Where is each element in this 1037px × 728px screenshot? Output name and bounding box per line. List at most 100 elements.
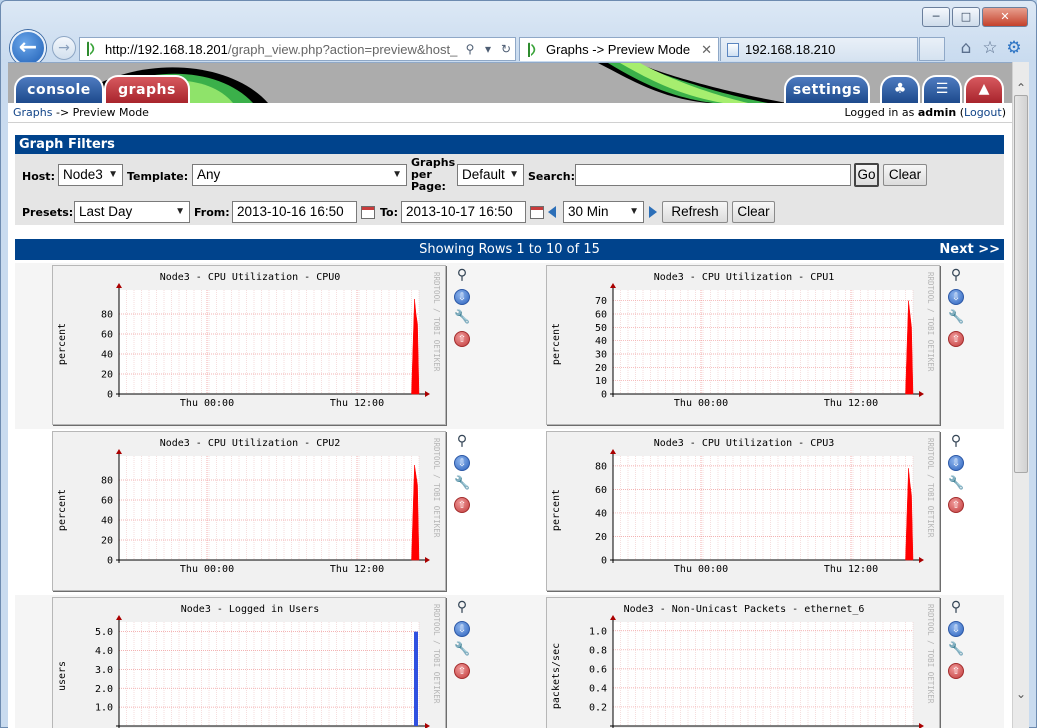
logout-link[interactable]: Logout xyxy=(964,106,1002,119)
wrench-icon[interactable]: 🔧 xyxy=(948,476,964,492)
y-tick-label: 30 xyxy=(595,350,607,361)
calendar-icon[interactable] xyxy=(530,206,544,219)
x-axis-arrow xyxy=(919,391,924,397)
vertical-scrollbar[interactable]: ⌃ ⌄ xyxy=(1012,62,1029,728)
chevron-down-icon: ▼ xyxy=(175,206,185,217)
y-tick-label: 2.0 xyxy=(95,684,113,695)
tab-label: 192.168.18.210 xyxy=(745,42,836,57)
zoom-icon[interactable]: ⚲ xyxy=(948,268,964,284)
export-icon[interactable]: ⇧ xyxy=(454,497,470,513)
download-icon[interactable]: ⇩ xyxy=(948,455,964,471)
gear-icon[interactable]: ⚙ xyxy=(1004,38,1024,58)
back-button[interactable]: ← xyxy=(10,30,46,66)
chevron-down-icon: ▼ xyxy=(509,169,519,180)
tab-console[interactable]: console xyxy=(14,75,104,103)
graph-image[interactable]: 0 10 20 30 40 50 60 70 Thu 00:00 Thu 12:00 Node3 -… xyxy=(546,265,940,425)
download-icon[interactable]: ⇩ xyxy=(948,289,964,305)
browser-tab-active[interactable]: Graphs -> Preview Mode ✕ xyxy=(519,37,719,61)
y-tick-label: 40 xyxy=(595,508,607,519)
export-icon[interactable]: ⇧ xyxy=(948,331,964,347)
preview-view-icon[interactable]: ▲ xyxy=(964,75,1004,103)
refresh-button[interactable]: Refresh xyxy=(662,201,728,223)
close-tab-icon[interactable]: ✕ xyxy=(701,42,712,58)
y-tick-label: 20 xyxy=(595,532,607,543)
shift-right-icon[interactable] xyxy=(649,206,657,218)
scroll-down-icon[interactable]: ⌄ xyxy=(1013,686,1029,702)
host-label: Host: xyxy=(22,170,55,183)
export-icon[interactable]: ⇧ xyxy=(948,663,964,679)
wrench-icon[interactable]: 🔧 xyxy=(948,642,964,658)
zoom-icon[interactable]: ⚲ xyxy=(454,600,470,616)
search-input[interactable] xyxy=(575,164,851,186)
graph-image[interactable]: 0 20 40 60 80 Thu 00:00 Thu 12:00 Node3 - CPU U… xyxy=(52,265,446,425)
wrench-icon[interactable]: 🔧 xyxy=(454,642,470,658)
wrench-icon[interactable]: 🔧 xyxy=(454,476,470,492)
search-icon[interactable]: ⚲ xyxy=(461,42,479,56)
host-value: Node3 xyxy=(63,167,103,182)
export-icon[interactable]: ⇧ xyxy=(454,663,470,679)
maximize-button[interactable]: □ xyxy=(952,7,980,27)
tab-graphs[interactable]: graphs xyxy=(104,75,190,103)
minimize-button[interactable]: ─ xyxy=(922,7,950,27)
favorites-star-icon[interactable]: ☆ xyxy=(980,38,1000,58)
shift-left-icon[interactable] xyxy=(548,206,556,218)
export-icon[interactable]: ⇧ xyxy=(948,497,964,513)
host-select[interactable]: Node3 ▼ xyxy=(58,164,123,186)
download-icon[interactable]: ⇩ xyxy=(454,621,470,637)
wrench-icon[interactable]: 🔧 xyxy=(948,310,964,326)
list-view-icon[interactable]: ☰ xyxy=(922,75,962,103)
graph-image[interactable]: 0 20 40 60 80 Thu 00:00 Thu 12:00 Node3 - CPU U… xyxy=(52,431,446,591)
new-tab-button[interactable] xyxy=(919,37,945,61)
zoom-icon[interactable]: ⚲ xyxy=(948,600,964,616)
refresh-icon[interactable]: ↻ xyxy=(497,42,515,56)
graph-svg: 0 20 40 60 80 Thu 00:00 Thu 12:00 Node3 - CPU U… xyxy=(57,272,441,409)
breadcrumb-graphs-link[interactable]: Graphs xyxy=(13,106,52,119)
graph-image[interactable]: 1.0 2.0 3.0 4.0 5.0 Node3 - Logged in Users us… xyxy=(52,597,446,728)
dropdown-arrow-icon[interactable]: ▾ xyxy=(479,42,497,56)
wrench-icon[interactable]: 🔧 xyxy=(454,310,470,326)
download-icon[interactable]: ⇩ xyxy=(454,455,470,471)
template-select[interactable]: Any ▼ xyxy=(192,164,407,186)
calendar-icon[interactable] xyxy=(361,206,375,219)
tab-settings[interactable]: settings xyxy=(784,75,870,103)
download-icon[interactable]: ⇩ xyxy=(454,289,470,305)
browser-tab-inactive[interactable]: 192.168.18.210 xyxy=(720,37,918,61)
clear-time-button[interactable]: Clear xyxy=(732,201,775,223)
y-tick-label: 0.6 xyxy=(589,664,607,675)
close-window-button[interactable]: ✕ xyxy=(982,7,1028,27)
login-prefix: Logged in as xyxy=(844,106,918,119)
template-value: Any xyxy=(197,167,221,182)
cacti-favicon-icon xyxy=(85,41,99,57)
zoom-icon[interactable]: ⚲ xyxy=(948,434,964,450)
presets-select[interactable]: Last Day ▼ xyxy=(74,201,190,223)
breadcrumb-current: -> Preview Mode xyxy=(52,106,149,119)
graph-image[interactable]: 0 20 40 60 80 Thu 00:00 Thu 12:00 Node3 - CPU U… xyxy=(546,431,940,591)
timespan-shift-select[interactable]: 30 Min ▼ xyxy=(563,201,644,223)
home-icon[interactable]: ⌂ xyxy=(956,38,976,58)
zoom-icon[interactable]: ⚲ xyxy=(454,434,470,450)
forward-button[interactable]: → xyxy=(52,36,76,60)
export-icon[interactable]: ⇧ xyxy=(454,331,470,347)
next-page-link[interactable]: Next >> xyxy=(939,239,1000,260)
to-date-input[interactable]: 2013-10-17 16:50 xyxy=(401,201,526,223)
graphs-per-page-select[interactable]: Default ▼ xyxy=(457,164,524,186)
from-date-input[interactable]: 2013-10-16 16:50 xyxy=(232,201,357,223)
window-controls: ─ □ ✕ xyxy=(922,7,1028,27)
from-label: From: xyxy=(194,206,230,219)
results-header: Showing Rows 1 to 10 of 15 Next >> xyxy=(15,239,1004,260)
zoom-icon[interactable]: ⚲ xyxy=(454,268,470,284)
address-bar[interactable]: http://192.168.18.201/graph_view.php?act… xyxy=(79,37,516,61)
y-tick-label: 40 xyxy=(101,516,113,527)
scrollbar-thumb[interactable] xyxy=(1014,95,1028,473)
x-tick-label: Thu 00:00 xyxy=(674,398,728,409)
graph-title: Node3 - CPU Utilization - CPU1 xyxy=(654,272,835,283)
breadcrumb-bar: Graphs -> Preview Mode Logged in as admi… xyxy=(8,103,1012,123)
tree-view-icon[interactable]: ♣ xyxy=(880,75,920,103)
clear-button[interactable]: Clear xyxy=(883,164,927,186)
go-button[interactable]: Go xyxy=(854,163,879,187)
scroll-up-icon[interactable]: ⌃ xyxy=(1013,80,1029,96)
download-icon[interactable]: ⇩ xyxy=(948,621,964,637)
page-icon xyxy=(727,42,739,57)
y-axis-arrow xyxy=(116,283,122,288)
graph-image[interactable]: 0.2 0.4 0.6 0.8 1.0 Node3 - Non-Unicast Packe… xyxy=(546,597,940,728)
